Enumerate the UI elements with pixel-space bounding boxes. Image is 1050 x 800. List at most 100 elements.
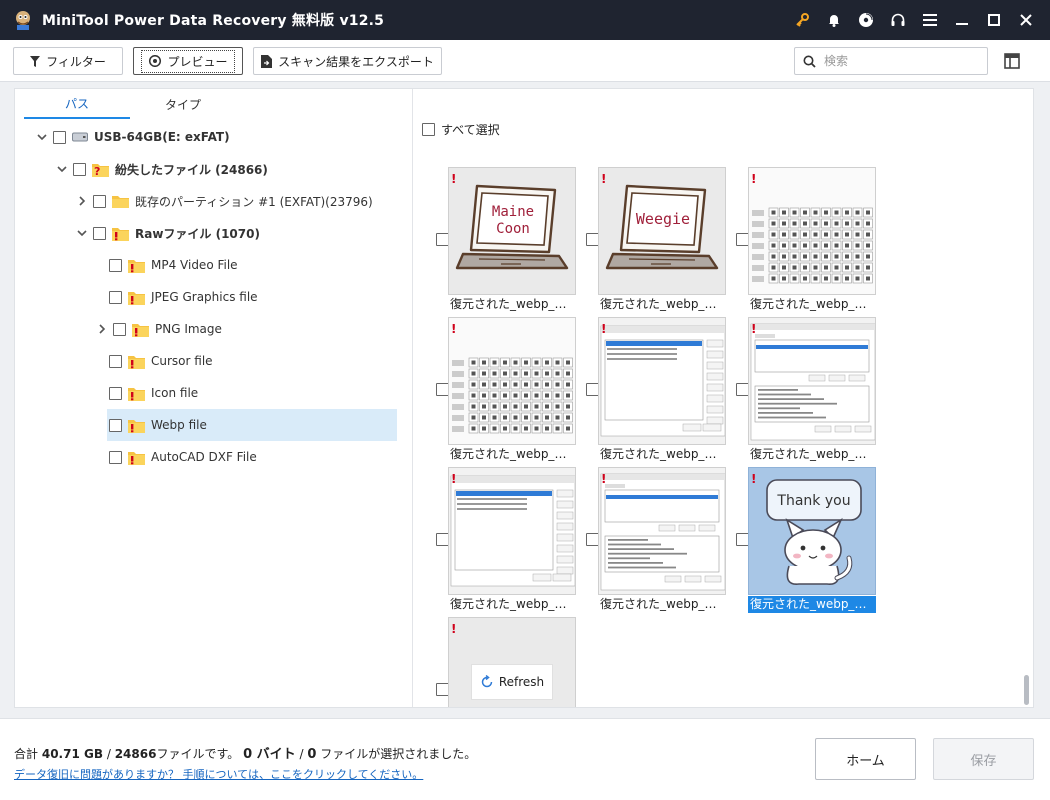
svg-text:Thank you: Thank you <box>776 493 850 509</box>
chevron-right-icon[interactable] <box>73 192 91 210</box>
export-label: スキャン結果をエクスポート <box>278 54 434 69</box>
tree-label: JPEG Graphics file <box>151 290 258 304</box>
file-thumbnail[interactable]: ! 復元された_webp_ファイル <box>728 167 876 315</box>
tree-checkbox[interactable] <box>109 354 122 368</box>
key-icon[interactable] <box>786 0 818 40</box>
selection-summary: 合計 40.71 GB / 24866ファイルです。 0 バイト / 0 ファイ… <box>14 743 476 762</box>
svg-text:Coon: Coon <box>496 221 530 237</box>
error-mark-icon: ! <box>451 472 457 486</box>
chevron-down-icon[interactable] <box>53 160 71 178</box>
tree-checkbox[interactable] <box>109 258 122 272</box>
tree-row[interactable]: AutoCAD DXF File <box>109 441 257 473</box>
tree-checkbox[interactable] <box>109 386 122 400</box>
select-all[interactable]: すべて選択 <box>422 121 500 138</box>
tree-row[interactable]: Cursor file <box>109 345 213 377</box>
chevron-down-icon[interactable] <box>33 128 51 146</box>
tree-label: 紛失したファイル (24866) <box>115 162 268 177</box>
tree-label: Webp file <box>151 418 207 432</box>
thumbnail-image[interactable]: ! <box>448 467 576 595</box>
thumbnail-image[interactable]: ! <box>448 317 576 445</box>
headset-icon[interactable] <box>882 0 914 40</box>
layout-icon[interactable] <box>1004 53 1020 69</box>
summary-mid: ファイルです。 <box>156 747 240 761</box>
save-button[interactable]: 保存 <box>933 738 1034 780</box>
tree-row[interactable]: JPEG Graphics file <box>109 281 258 313</box>
export-file-icon <box>261 54 273 68</box>
selected-bytes: 0 バイト <box>243 747 296 762</box>
folder-icon <box>112 194 135 208</box>
tab-type[interactable]: タイプ <box>130 89 236 119</box>
error-mark-icon: ! <box>601 322 607 336</box>
chevron-right-icon[interactable] <box>93 320 111 338</box>
tab-path[interactable]: パス <box>24 89 130 119</box>
filter-button[interactable]: フィルター <box>13 47 123 75</box>
summary-prefix: 合計 <box>14 747 39 761</box>
tree-checkbox[interactable] <box>93 226 106 240</box>
preview-button[interactable]: プレビュー <box>133 47 243 75</box>
filter-icon <box>30 55 41 67</box>
tree-row[interactable]: Rawファイル (1070) <box>73 217 260 249</box>
tree-checkbox[interactable] <box>109 450 122 464</box>
search-input[interactable] <box>824 54 974 68</box>
minimize-icon[interactable] <box>946 0 978 40</box>
maximize-icon[interactable] <box>978 0 1010 40</box>
filter-label: フィルター <box>46 54 106 69</box>
thumbnail-image[interactable]: ! <box>598 317 726 445</box>
thumbnail-label: 復元された_webp_ファイル <box>600 447 726 461</box>
tree-checkbox[interactable] <box>113 322 126 336</box>
file-thumbnail[interactable]: Refresh! <box>428 617 576 707</box>
raw-folder-icon <box>128 258 151 273</box>
thumbnail-image[interactable]: Weegie! <box>598 167 726 295</box>
tree-row[interactable]: ? 紛失したファイル (24866) <box>53 153 268 185</box>
app-logo-icon <box>16 11 30 30</box>
selected-file-count: 0 <box>307 747 317 762</box>
total-size: 40.71 GB <box>41 747 103 761</box>
error-mark-icon: ! <box>451 322 457 336</box>
tree-label: MP4 Video File <box>151 258 238 272</box>
tree-row[interactable]: PNG Image <box>93 313 222 345</box>
tree-checkbox[interactable] <box>109 290 122 304</box>
tree-checkbox[interactable] <box>73 162 86 176</box>
file-thumbnail[interactable]: Weegie! 復元された_webp_ファイル <box>578 167 726 315</box>
file-thumbnail[interactable]: ! 復元された_webp_ファイル <box>428 467 576 615</box>
scrollbar[interactable] <box>1024 675 1029 705</box>
thumbnail-image[interactable]: ! <box>748 317 876 445</box>
tree-row[interactable]: Icon file <box>109 377 198 409</box>
tree-row[interactable]: 既存のパーティション #1 (EXFAT)(23796) <box>73 185 373 217</box>
tree-row[interactable]: Webp file <box>107 409 397 441</box>
bell-icon[interactable] <box>818 0 850 40</box>
file-thumbnail[interactable]: ! 復元された_webp_ファイル <box>578 467 726 615</box>
thumbnail-image[interactable]: ! <box>748 167 876 295</box>
help-link[interactable]: データ復旧に問題がありますか？ 手順については、ここをクリックしてください。 <box>14 766 423 782</box>
file-thumbnail[interactable]: ! 復元された_webp_ファイル <box>578 317 726 465</box>
tree-checkbox[interactable] <box>53 130 66 144</box>
file-thumbnail[interactable]: Thank you!復元された_webp_ファイル <box>728 467 876 615</box>
tree-row[interactable]: USB-64GB(E: exFAT) <box>33 121 230 153</box>
raw-folder-icon <box>112 226 135 241</box>
chevron-down-icon[interactable] <box>73 224 91 242</box>
error-mark-icon: ! <box>751 472 757 486</box>
disc-icon[interactable] <box>850 0 882 40</box>
close-icon[interactable] <box>1010 0 1042 40</box>
home-button[interactable]: ホーム <box>815 738 916 780</box>
tree-checkbox[interactable] <box>93 194 106 208</box>
thumbnail-image[interactable]: Refresh! <box>448 617 576 707</box>
search-box[interactable] <box>794 47 988 75</box>
select-all-checkbox[interactable] <box>422 123 435 136</box>
tree-row[interactable]: MP4 Video File <box>109 249 238 281</box>
tab-type-label: タイプ <box>164 97 201 112</box>
drive-icon <box>72 131 94 143</box>
thumbnail-image[interactable]: Maine Coon! <box>448 167 576 295</box>
export-button[interactable]: スキャン結果をエクスポート <box>253 47 442 75</box>
thumbnail-image[interactable]: Thank you! <box>748 467 876 595</box>
thumbnail-image[interactable]: ! <box>598 467 726 595</box>
error-mark-icon: ! <box>751 322 757 336</box>
menu-icon[interactable] <box>914 0 946 40</box>
tree-checkbox[interactable] <box>109 418 122 432</box>
file-thumbnail[interactable]: ! 復元された_webp_ファイル <box>428 317 576 465</box>
raw-folder-icon <box>128 450 151 465</box>
tree-label: Icon file <box>151 386 199 400</box>
file-thumbnail[interactable]: ! 復元された_webp_ファイル <box>728 317 876 465</box>
tree-label: Cursor file <box>151 354 213 368</box>
file-thumbnail[interactable]: MaineCoon! 復元された_webp_ファイル <box>428 167 576 315</box>
